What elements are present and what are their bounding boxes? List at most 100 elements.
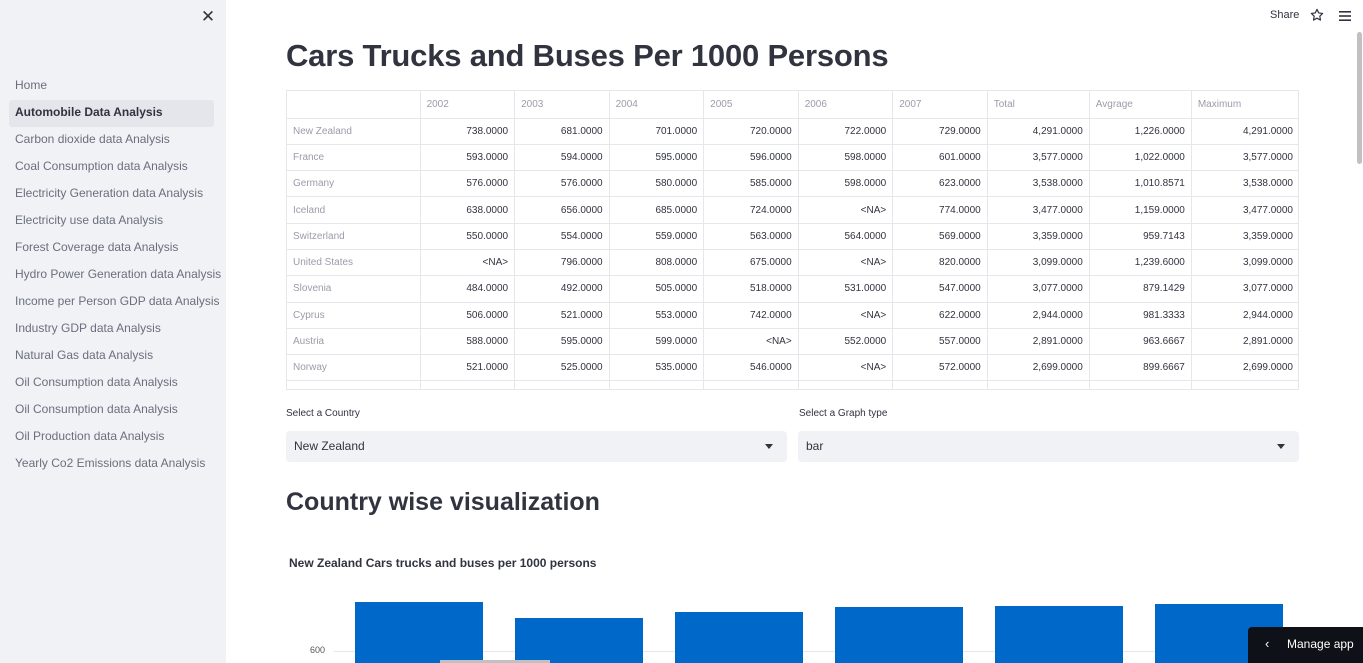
table-row[interactable]: France 593.0000 594.0000 595.0000 596.0000 59… (287, 144, 1298, 172)
table-cell: 685.0000 (609, 196, 705, 224)
sidebar-nav: Home Automobile Data Analysis Carbon dioxi… (9, 73, 221, 478)
table-cell: 553.0000 (609, 302, 705, 329)
bar-chart: New Zealand Cars trucks and buses per 10… (286, 545, 1299, 663)
table-column-header[interactable]: 2006 (798, 91, 894, 119)
graph-type-select-label: Select a Graph type (799, 408, 888, 419)
sidebar-item[interactable]: Oil Production data Analysis (9, 424, 214, 451)
table-cell: 2,699.0000 (1191, 354, 1298, 382)
table-cell: 808.0000 (609, 249, 705, 277)
chart-bar[interactable] (995, 606, 1123, 663)
sidebar-item[interactable]: Natural Gas data Analysis (9, 343, 214, 370)
table-cell: 638.0000 (420, 196, 516, 224)
table-cell: 722.0000 (798, 118, 894, 145)
table-cell (514, 380, 610, 389)
chart-bar[interactable] (835, 606, 963, 663)
table-cell: 531.0000 (798, 275, 894, 303)
table-row[interactable]: Austria 588.0000 595.0000 599.0000 <NA> 552.0… (287, 328, 1298, 356)
table-row[interactable]: Iceland 638.0000 656.0000 685.0000 724.0000 <… (287, 196, 1298, 224)
table-row[interactable]: Germany 576.0000 576.0000 580.0000 585.0000 5… (287, 170, 1298, 198)
table-column-header[interactable] (287, 91, 421, 119)
section-title: Country wise visualization (286, 488, 600, 516)
table-cell: 580.0000 (609, 170, 705, 198)
table-row[interactable]: New Zealand 738.0000 681.0000 701.0000 720.0… (287, 118, 1298, 145)
table-cell: 3,359.0000 (1191, 223, 1298, 250)
table-cell: 505.0000 (609, 275, 705, 303)
country-select[interactable]: New Zealand (286, 431, 787, 462)
data-table[interactable]: 2002 2003 2004 2005 2006 2007 Total Avgrage Maxi… (286, 90, 1299, 390)
table-cell (798, 380, 894, 389)
hamburger-menu-icon[interactable] (1338, 9, 1352, 23)
table-cell: 2,891.0000 (1191, 328, 1298, 356)
close-icon[interactable]: ✕ (199, 8, 217, 26)
table-cell: 518.0000 (703, 275, 799, 303)
table-cell: 547.0000 (892, 275, 988, 303)
page-title: Cars Trucks and Buses Per 1000 Persons (286, 38, 889, 73)
table-cell: 593.0000 (420, 144, 516, 172)
table-cell: 3,477.0000 (987, 196, 1090, 224)
table-cell: 521.0000 (420, 354, 516, 382)
table-cell: 552.0000 (798, 328, 894, 356)
table-row-index: Slovenia (287, 275, 421, 303)
table-cell: 774.0000 (892, 196, 988, 224)
table-cell: <NA> (703, 328, 799, 356)
sidebar-item[interactable]: Industry GDP data Analysis (9, 316, 214, 343)
vertical-scrollbar[interactable] (1357, 32, 1362, 164)
manage-app-button[interactable]: ‹ Manage app (1248, 627, 1363, 663)
sidebar-item[interactable]: Coal Consumption data Analysis (9, 154, 214, 181)
table-column-header[interactable]: Total (987, 91, 1090, 119)
chart-bar[interactable] (355, 601, 483, 663)
table-column-header[interactable]: 2003 (514, 91, 610, 119)
chart-bar[interactable] (675, 612, 803, 663)
table-cell: 585.0000 (703, 170, 799, 198)
country-select-value: New Zealand (294, 439, 365, 453)
table-cell: 681.0000 (514, 118, 610, 145)
chart-bar[interactable] (515, 617, 643, 663)
table-column-header[interactable]: 2004 (609, 91, 705, 119)
table-row[interactable] (287, 380, 1298, 389)
table-cell (1089, 380, 1192, 389)
table-cell: 899.6667 (1089, 354, 1192, 382)
chart-title: New Zealand Cars trucks and buses per 10… (289, 556, 597, 570)
table-column-header[interactable]: 2007 (892, 91, 988, 119)
table-row[interactable]: United States <NA> 796.0000 808.0000 675.000… (287, 249, 1298, 277)
chevron-left-icon: ‹ (1265, 636, 1270, 651)
table-cell: 554.0000 (514, 223, 610, 250)
table-cell (987, 380, 1090, 389)
table-cell: 1,010.8571 (1089, 170, 1192, 198)
sidebar-item[interactable]: Forest Coverage data Analysis (9, 235, 214, 262)
table-row[interactable]: Norway 521.0000 525.0000 535.0000 546.0000 <N… (287, 354, 1298, 382)
sidebar-item[interactable]: Oil Consumption data Analysis (9, 397, 214, 424)
table-row[interactable]: Slovenia 484.0000 492.0000 505.0000 518.0000… (287, 275, 1298, 303)
table-cell: 599.0000 (609, 328, 705, 356)
table-cell: 569.0000 (892, 223, 988, 250)
table-column-header[interactable]: Maximum (1191, 91, 1298, 119)
share-button[interactable]: Share (1270, 9, 1299, 21)
table-cell: 2,944.0000 (987, 302, 1090, 329)
table-row[interactable]: Switzerland 550.0000 554.0000 559.0000 563.0… (287, 223, 1298, 250)
sidebar-item[interactable]: Carbon dioxide data Analysis (9, 127, 214, 154)
table-cell: 1,159.0000 (1089, 196, 1192, 224)
table-column-header[interactable]: Avgrage (1089, 91, 1192, 119)
table-cell: 675.0000 (703, 249, 799, 277)
table-cell: 576.0000 (514, 170, 610, 198)
sidebar-item[interactable]: Hydro Power Generation data Analysis (9, 262, 221, 289)
sidebar-item[interactable]: Electricity use data Analysis (9, 208, 214, 235)
graph-type-select[interactable]: bar (798, 431, 1299, 462)
table-cell: 1,022.0000 (1089, 144, 1192, 172)
table-cell: 492.0000 (514, 275, 610, 303)
table-cell: 729.0000 (892, 118, 988, 145)
table-cell: 701.0000 (609, 118, 705, 145)
table-cell: 594.0000 (514, 144, 610, 172)
sidebar-item[interactable]: Electricity Generation data Analysis (9, 181, 214, 208)
table-cell: 3,099.0000 (1191, 249, 1298, 277)
star-icon[interactable] (1309, 7, 1325, 23)
sidebar-item[interactable]: Home (9, 73, 214, 100)
sidebar-item[interactable]: Income per Person GDP data Analysis (9, 289, 220, 316)
sidebar-item[interactable]: Automobile Data Analysis (9, 100, 214, 127)
sidebar-item[interactable]: Oil Consumption data Analysis (9, 370, 214, 397)
table-column-header[interactable]: 2002 (420, 91, 516, 119)
table-column-header[interactable]: 2005 (703, 91, 799, 119)
sidebar-item[interactable]: Yearly Co2 Emissions data Analysis (9, 451, 214, 478)
table-cell: 484.0000 (420, 275, 516, 303)
table-row[interactable]: Cyprus 506.0000 521.0000 553.0000 742.0000 <N… (287, 302, 1298, 329)
